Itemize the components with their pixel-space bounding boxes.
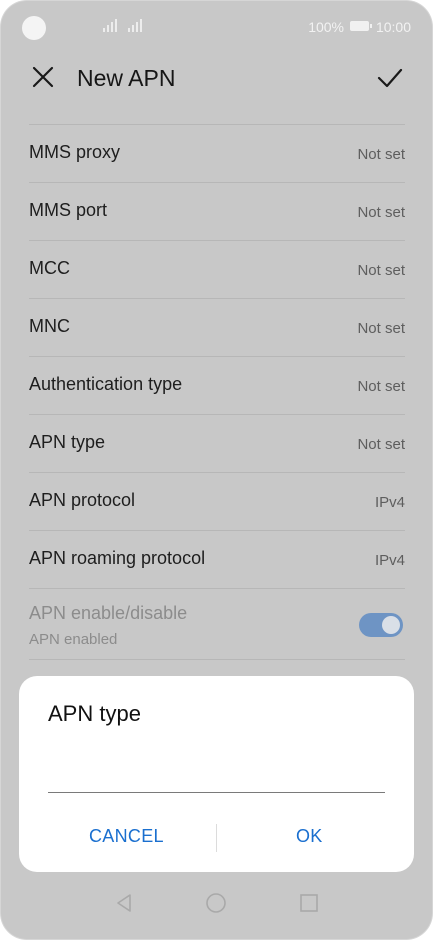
button-divider: [216, 824, 217, 852]
setting-row-mms-port[interactable]: MMS port Not set: [29, 182, 405, 240]
check-icon[interactable]: [376, 64, 404, 92]
setting-row-authentication-type[interactable]: Authentication type Not set: [29, 356, 405, 414]
setting-label: APN roaming protocol: [29, 548, 206, 568]
setting-label: MMS port: [29, 200, 108, 220]
dialog-title: APN type: [48, 701, 141, 726]
signal-icon-sim2: [128, 18, 144, 32]
setting-label: APN enable/disable: [29, 603, 188, 623]
setting-row-mcc[interactable]: MCC Not set: [29, 240, 405, 298]
setting-value: Not set: [357, 204, 405, 221]
apn-enable-toggle[interactable]: [359, 613, 403, 637]
setting-sublabel: APN enabled: [29, 631, 118, 648]
setting-value: IPv4: [374, 494, 405, 511]
setting-label: MMS proxy: [29, 142, 121, 162]
apn-settings-list: MMS proxy Not set MMS port Not set MCC N…: [29, 124, 405, 660]
battery-percent: 100%: [308, 19, 344, 35]
header: New APN: [1, 51, 432, 111]
camera-cutout: [22, 16, 46, 40]
setting-row-apn-protocol[interactable]: APN protocol IPv4: [29, 472, 405, 530]
setting-label: MCC: [29, 258, 70, 278]
status-bar: 100% 10:00: [1, 1, 432, 51]
setting-value: Not set: [357, 436, 405, 453]
setting-label: MNC: [29, 316, 70, 336]
setting-value: Not set: [357, 262, 405, 279]
setting-label: APN protocol: [29, 490, 136, 510]
back-icon[interactable]: [112, 891, 136, 915]
setting-value: Not set: [357, 146, 405, 163]
close-icon[interactable]: [29, 63, 57, 91]
phone-screen: 100% 10:00 New APN MMS proxy Not set MMS…: [1, 1, 432, 939]
ok-button[interactable]: OK: [296, 826, 323, 847]
toggle-knob: [382, 616, 400, 634]
signal-icon: [103, 18, 119, 32]
setting-row-apn-type[interactable]: APN type Not set: [29, 414, 405, 472]
apn-type-input[interactable]: [48, 764, 385, 793]
setting-label: Authentication type: [29, 374, 183, 394]
setting-value: Not set: [357, 378, 405, 395]
recents-icon[interactable]: [297, 891, 321, 915]
setting-value: IPv4: [374, 552, 405, 569]
apn-type-dialog: APN type CANCEL OK: [19, 676, 414, 872]
setting-row-apn-roaming-protocol[interactable]: APN roaming protocol IPv4: [29, 530, 405, 588]
page-title: New APN: [77, 65, 176, 91]
setting-row-mms-proxy[interactable]: MMS proxy Not set: [29, 124, 405, 182]
setting-row-mnc[interactable]: MNC Not set: [29, 298, 405, 356]
home-icon[interactable]: [204, 891, 228, 915]
navigation-bar: [1, 869, 432, 939]
cancel-button[interactable]: CANCEL: [89, 826, 164, 847]
battery-icon: [350, 21, 372, 31]
setting-value: Not set: [357, 320, 405, 337]
setting-label: APN type: [29, 432, 106, 452]
setting-row-apn-enable[interactable]: APN enable/disable APN enabled: [29, 588, 405, 660]
clock: 10:00: [375, 19, 411, 35]
